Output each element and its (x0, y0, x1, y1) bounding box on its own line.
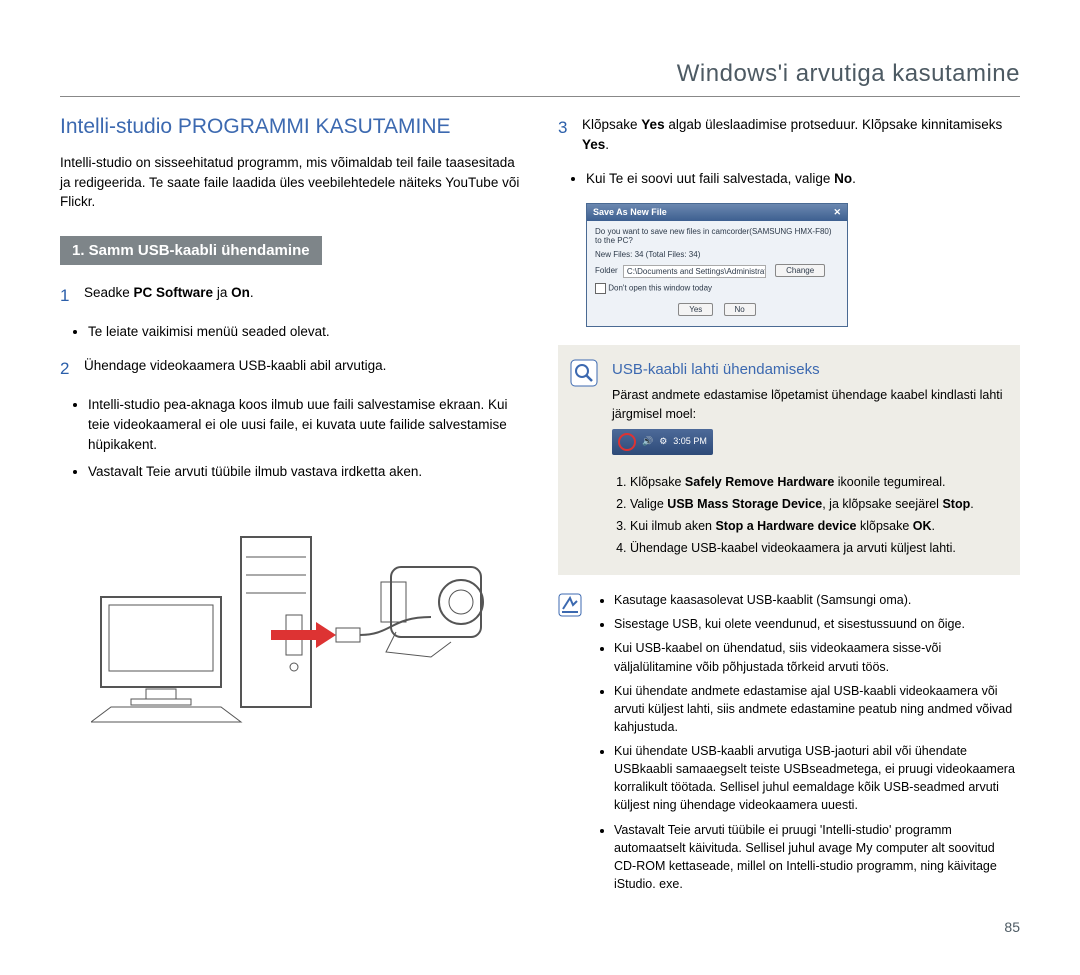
step-2-text: Ühendage videokaamera USB-kaabli abil ar… (84, 356, 386, 382)
section-heading: Intelli-studio PROGRAMMI KASUTAMINE (60, 115, 522, 139)
infobox-title: USB-kaabli lahti ühendamiseks (612, 359, 1004, 381)
left-column: Intelli-studio PROGRAMMI KASUTAMINE Inte… (60, 115, 522, 899)
bold: On (231, 285, 250, 300)
t: algab üleslaadimise protseduur. Klõpsake… (665, 117, 1003, 132)
t: . (605, 137, 609, 152)
list-item: Kui USB-kaabel on ühendatud, siis videok… (614, 639, 1020, 675)
bold: Safely Remove Hardware (685, 475, 834, 489)
dialog-folder-row: Folder C:\Documents and Settings\Adminis… (595, 264, 839, 277)
list-item: Kui ühendate andmete edastamise ajal USB… (614, 682, 1020, 736)
checkbox[interactable] (595, 283, 606, 294)
note-icon (558, 593, 582, 617)
bold: Yes (582, 137, 605, 152)
list-item: Sisestage USB, kui olete veendunud, et s… (614, 615, 1020, 633)
t: . (970, 497, 973, 511)
bullet: Vastavalt Teie arvuti tüübile ilmub vast… (88, 462, 522, 482)
step-2: 2 Ühendage videokaamera USB-kaabli abil … (60, 356, 522, 382)
magnify-icon (570, 359, 598, 387)
step-2-bullets: Intelli-studio pea-aknaga koos ilmub uue… (60, 395, 522, 482)
dialog-question: Do you want to save new files in camcord… (595, 227, 839, 245)
t: . (932, 519, 935, 533)
usb-connection-illustration (60, 502, 522, 732)
dialog-newfiles: New Files: 34 (Total Files: 34) (595, 250, 839, 259)
bold: Stop a Hardware device (715, 519, 856, 533)
step-3-bullets: Kui Te ei soovi uut faili salvestada, va… (558, 169, 1020, 189)
list-item: Kui ilmub aken Stop a Hardware device kl… (630, 517, 1004, 535)
step-number: 3 (558, 115, 572, 156)
bold: PC Software (134, 285, 214, 300)
bullet: Te leiate vaikimisi menüü seaded olevat. (88, 322, 522, 342)
bullet: Kui Te ei soovi uut faili salvestada, va… (586, 169, 1020, 189)
tray-icon: 🔊 (642, 435, 653, 448)
taskbar-snippet: 🔊 ⚙ 3:05 PM (612, 429, 713, 455)
close-icon[interactable]: ✕ (833, 207, 841, 218)
page-number: 85 (60, 919, 1020, 935)
step-number: 1 (60, 283, 74, 309)
step-bar: 1. Samm USB-kaabli ühendamine (60, 236, 322, 265)
safely-remove-hardware-icon[interactable] (618, 433, 636, 451)
t: . (250, 285, 254, 300)
t: , ja klõpsake seejärel (822, 497, 942, 511)
t: Seadke (84, 285, 134, 300)
dialog-titlebar: Save As New File ✕ (587, 204, 847, 221)
bold: USB Mass Storage Device (667, 497, 822, 511)
save-as-new-file-dialog: Save As New File ✕ Do you want to save n… (586, 203, 848, 326)
usb-disconnect-infobox: USB-kaabli lahti ühendamiseks Pärast and… (558, 345, 1020, 576)
t: Kui ilmub aken (630, 519, 715, 533)
list-item: Klõpsake Safely Remove Hardware ikoonile… (630, 473, 1004, 491)
t: Klõpsake (630, 475, 685, 489)
no-button[interactable]: No (724, 303, 756, 316)
right-column: 3 Klõpsake Yes algab üleslaadimise prots… (558, 115, 1020, 899)
t: Kui Te ei soovi uut faili salvestada, va… (586, 171, 834, 186)
list-item: Kui ühendate USB-kaabli arvutiga USB-jao… (614, 742, 1020, 815)
intro-paragraph: Intelli-studio on sisseehitatud programm… (60, 153, 522, 212)
page-header: Windows'i arvutiga kasutamine (60, 60, 1020, 97)
t: . (852, 171, 856, 186)
folder-path-field[interactable]: C:\Documents and Settings\Administrator\… (623, 265, 766, 278)
bold: Stop (942, 497, 970, 511)
infobox-paragraph: Pärast andmete edastamise lõpetamist ühe… (612, 386, 1004, 422)
list-item: Kasutage kaasasolevat USB-kaablit (Samsu… (614, 591, 1020, 609)
bold: OK (913, 519, 932, 533)
step-1: 1 Seadke PC Software ja On. (60, 283, 522, 309)
list-item: Ühendage USB-kaabel videokaamera ja arvu… (630, 539, 1004, 557)
list-item: Valige USB Mass Storage Device, ja klõps… (630, 495, 1004, 513)
bullet: Intelli-studio pea-aknaga koos ilmub uue… (88, 395, 522, 456)
list-item: Vastavalt Teie arvuti tüübile ei pruugi … (614, 821, 1020, 894)
folder-label: Folder (595, 266, 618, 275)
checkbox-label: Don't open this window today (608, 283, 712, 292)
t: ja (213, 285, 231, 300)
pc-camcorder-diagram-icon (91, 507, 491, 727)
yes-button[interactable]: Yes (678, 303, 713, 316)
infobox-steps: Klõpsake Safely Remove Hardware ikoonile… (612, 473, 1004, 558)
bold: No (834, 171, 852, 186)
notes-list: Kasutage kaasasolevat USB-kaablit (Samsu… (596, 591, 1020, 899)
t: klõpsake (857, 519, 913, 533)
t: Klõpsake (582, 117, 641, 132)
taskbar-time: 3:05 PM (673, 435, 707, 448)
dialog-checkbox-row: Don't open this window today (595, 283, 839, 294)
step-3-text: Klõpsake Yes algab üleslaadimise protsed… (582, 115, 1020, 156)
t: Valige (630, 497, 667, 511)
change-button[interactable]: Change (775, 264, 825, 277)
tray-icon: ⚙ (659, 435, 667, 448)
step-1-bullets: Te leiate vaikimisi menüü seaded olevat. (60, 322, 522, 342)
dialog-title: Save As New File (593, 207, 667, 218)
bold: Yes (641, 117, 664, 132)
step-3: 3 Klõpsake Yes algab üleslaadimise prots… (558, 115, 1020, 156)
step-1-text: Seadke PC Software ja On. (84, 283, 254, 309)
step-number: 2 (60, 356, 74, 382)
notes-block: Kasutage kaasasolevat USB-kaablit (Samsu… (558, 591, 1020, 899)
t: ikoonile tegumireal. (834, 475, 945, 489)
